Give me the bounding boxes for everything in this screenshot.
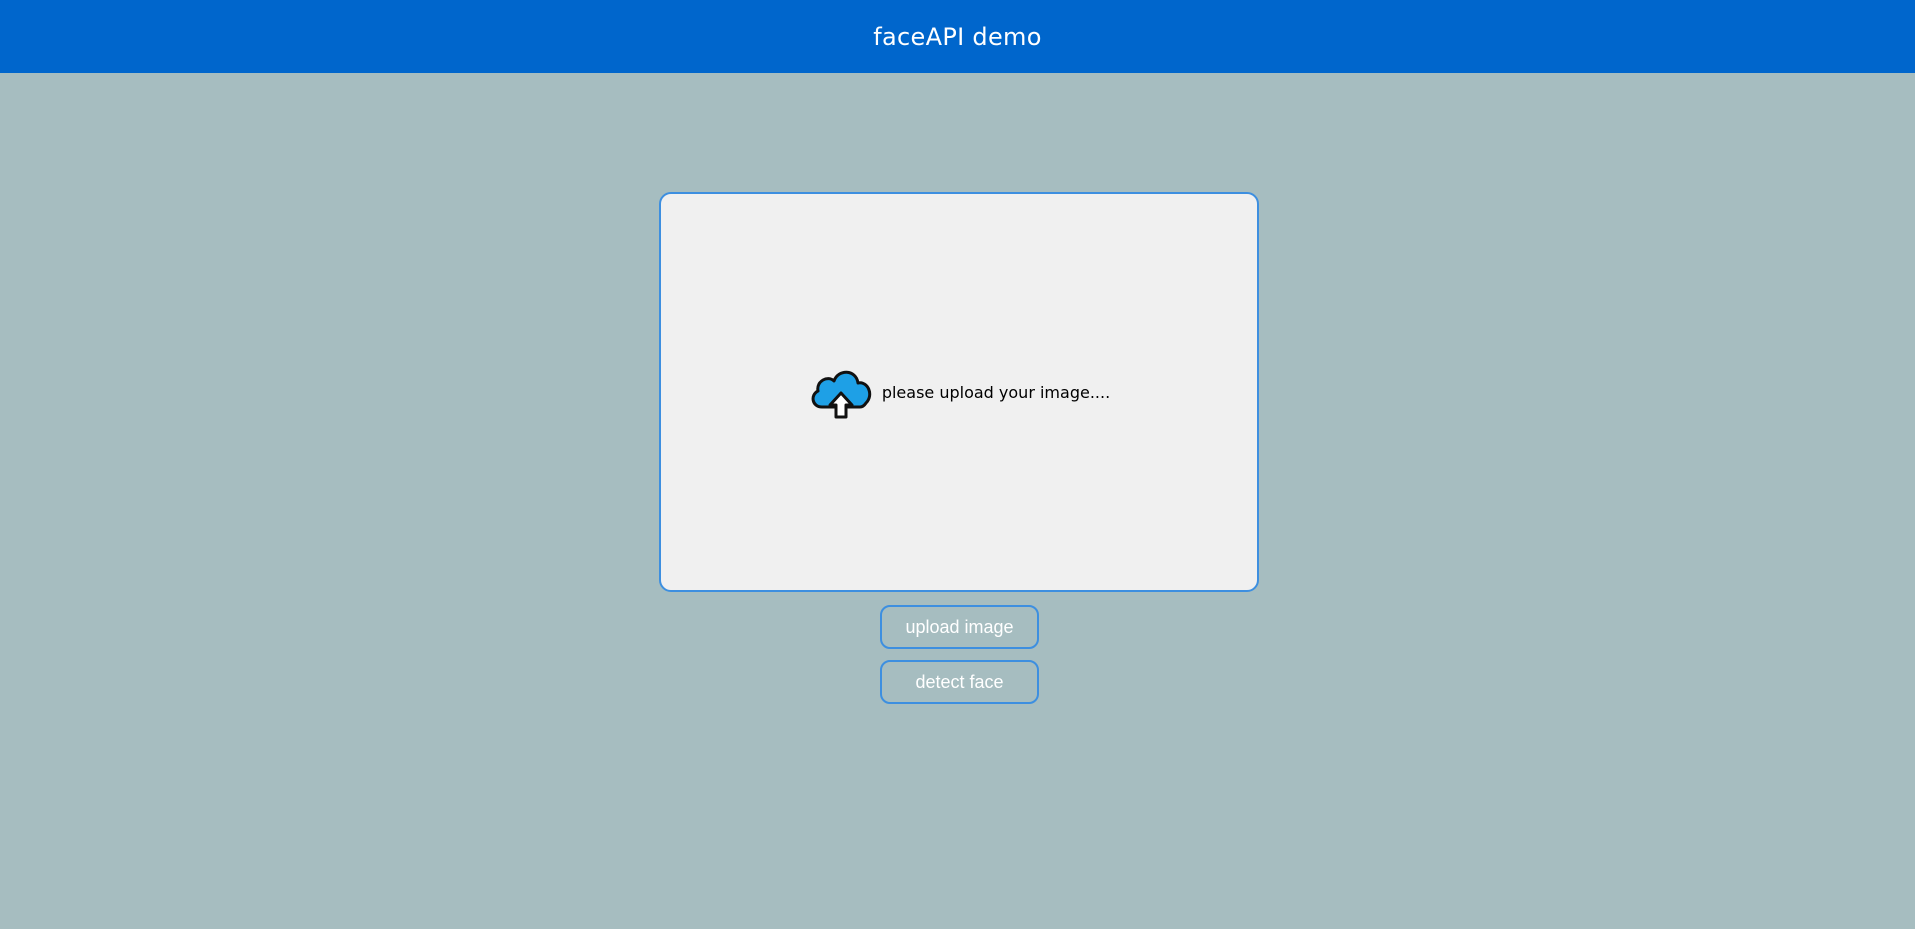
cloud-upload-icon: [808, 365, 874, 419]
upload-prompt-text: please upload your image....: [881, 382, 1111, 402]
detect-face-button[interactable]: detect face: [880, 660, 1039, 704]
app-header: faceAPI demo: [0, 0, 1915, 73]
upload-image-button[interactable]: upload image: [880, 605, 1039, 649]
image-upload-area[interactable]: please upload your image....: [659, 192, 1259, 592]
page-title: faceAPI demo: [873, 22, 1042, 51]
upload-prompt: please upload your image....: [808, 365, 1110, 419]
